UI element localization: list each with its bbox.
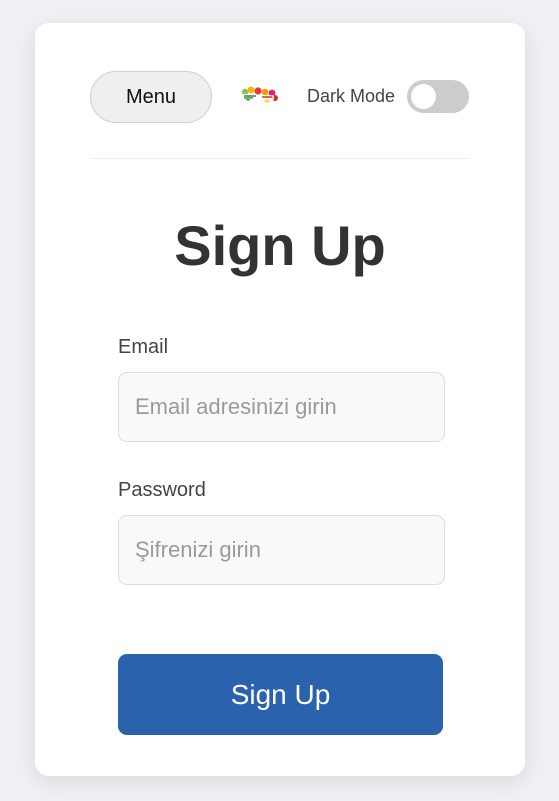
dark-mode-toggle[interactable] bbox=[407, 80, 469, 113]
password-label: Password bbox=[118, 479, 206, 501]
toggle-knob bbox=[411, 84, 436, 109]
password-field[interactable] bbox=[118, 515, 445, 585]
foodlens-logo-icon bbox=[241, 86, 278, 103]
email-label: Email bbox=[118, 336, 169, 358]
dark-mode-label: Dark Mode bbox=[307, 86, 396, 106]
email-field[interactable] bbox=[118, 372, 445, 442]
sign-up-button[interactable]: Sign Up bbox=[118, 654, 443, 735]
header-divider bbox=[90, 158, 470, 159]
menu-button[interactable]: Menu bbox=[90, 71, 212, 123]
page-title: Sign Up bbox=[174, 214, 386, 277]
signup-card: Menu Dark Mode Sign Up Email Password Si… bbox=[35, 23, 525, 776]
top-bar: Menu Dark Mode bbox=[90, 71, 470, 125]
